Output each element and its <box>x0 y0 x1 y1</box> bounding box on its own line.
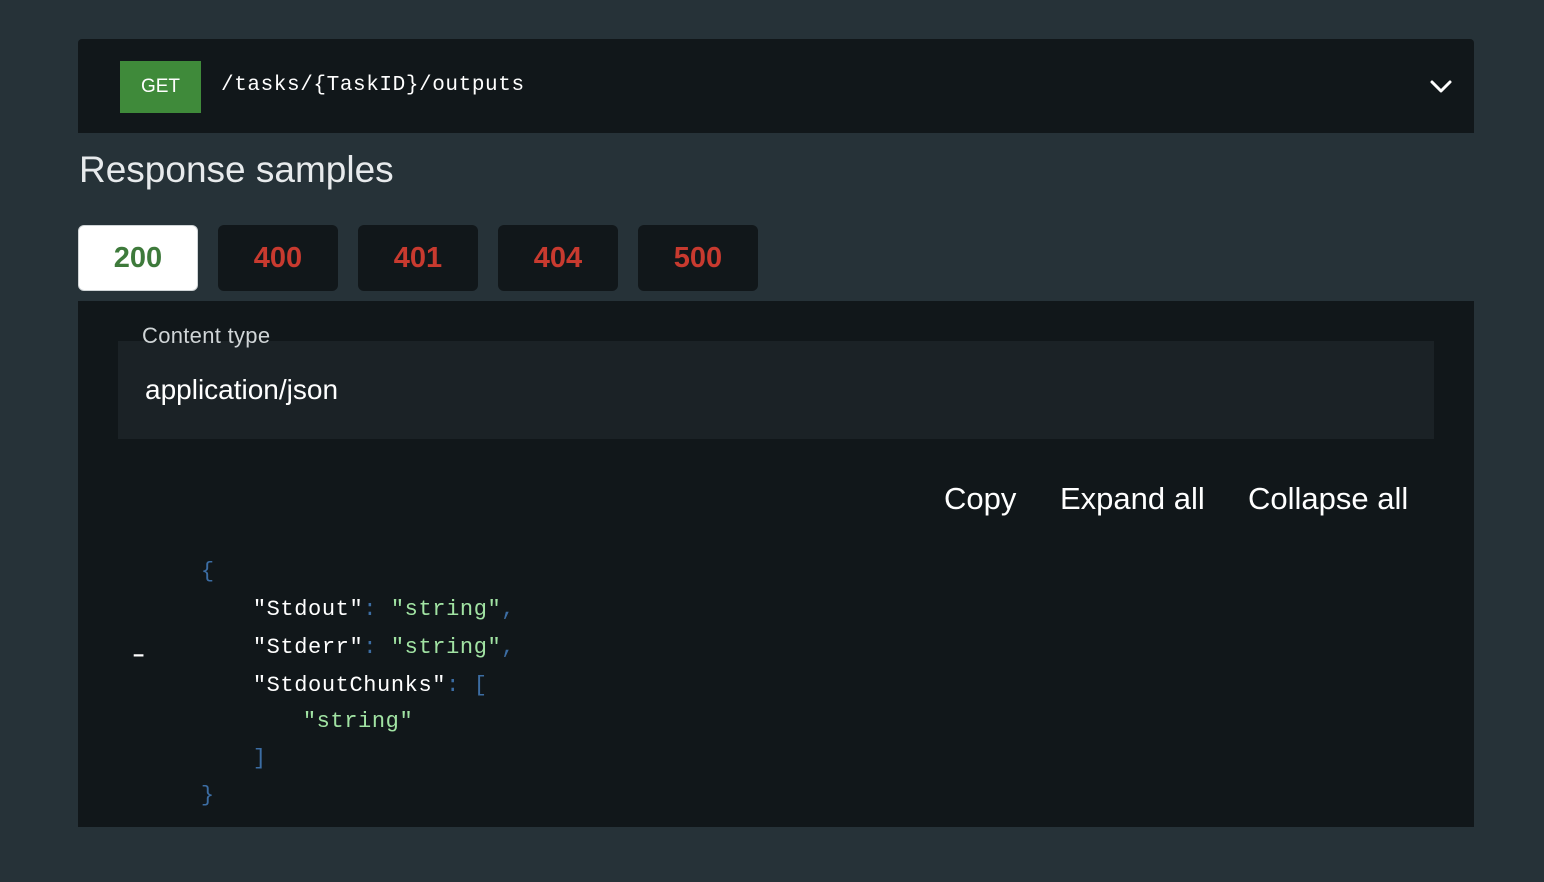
json-colon: : <box>446 673 460 698</box>
json-close-bracket: ] <box>252 746 267 771</box>
endpoint-header[interactable]: GET /tasks/{TaskID}/outputs <box>78 39 1474 133</box>
section-title: Response samples <box>79 149 394 190</box>
json-open-bracket: [ <box>473 673 488 698</box>
json-string-value: "string" <box>302 709 414 734</box>
tab-200[interactable]: 200 <box>78 225 198 291</box>
endpoint-path: /tasks/{TaskID}/outputs <box>221 74 525 97</box>
collapse-toggle-icon[interactable]: – <box>132 641 146 671</box>
sample-actions: Copy Expand all Collapse all <box>944 479 1414 519</box>
expand-all-button[interactable]: Expand all <box>1060 479 1205 519</box>
json-line-close: } <box>118 751 215 841</box>
response-sample-panel: Content type application/json Copy Expan… <box>78 301 1474 827</box>
content-type-label: Content type <box>142 323 271 348</box>
copy-button[interactable]: Copy <box>944 479 1016 519</box>
json-close-brace: } <box>200 783 215 808</box>
chevron-down-icon[interactable] <box>1428 75 1454 97</box>
json-comma: , <box>501 635 516 660</box>
content-type-select[interactable]: application/json <box>118 341 1434 439</box>
collapse-all-button[interactable]: Collapse all <box>1248 479 1408 519</box>
tab-401[interactable]: 401 <box>358 225 478 291</box>
content-type-value: application/json <box>145 374 339 405</box>
tab-404[interactable]: 404 <box>498 225 618 291</box>
tab-500[interactable]: 500 <box>638 225 758 291</box>
tab-400[interactable]: 400 <box>218 225 338 291</box>
http-method-badge: GET <box>120 61 201 113</box>
